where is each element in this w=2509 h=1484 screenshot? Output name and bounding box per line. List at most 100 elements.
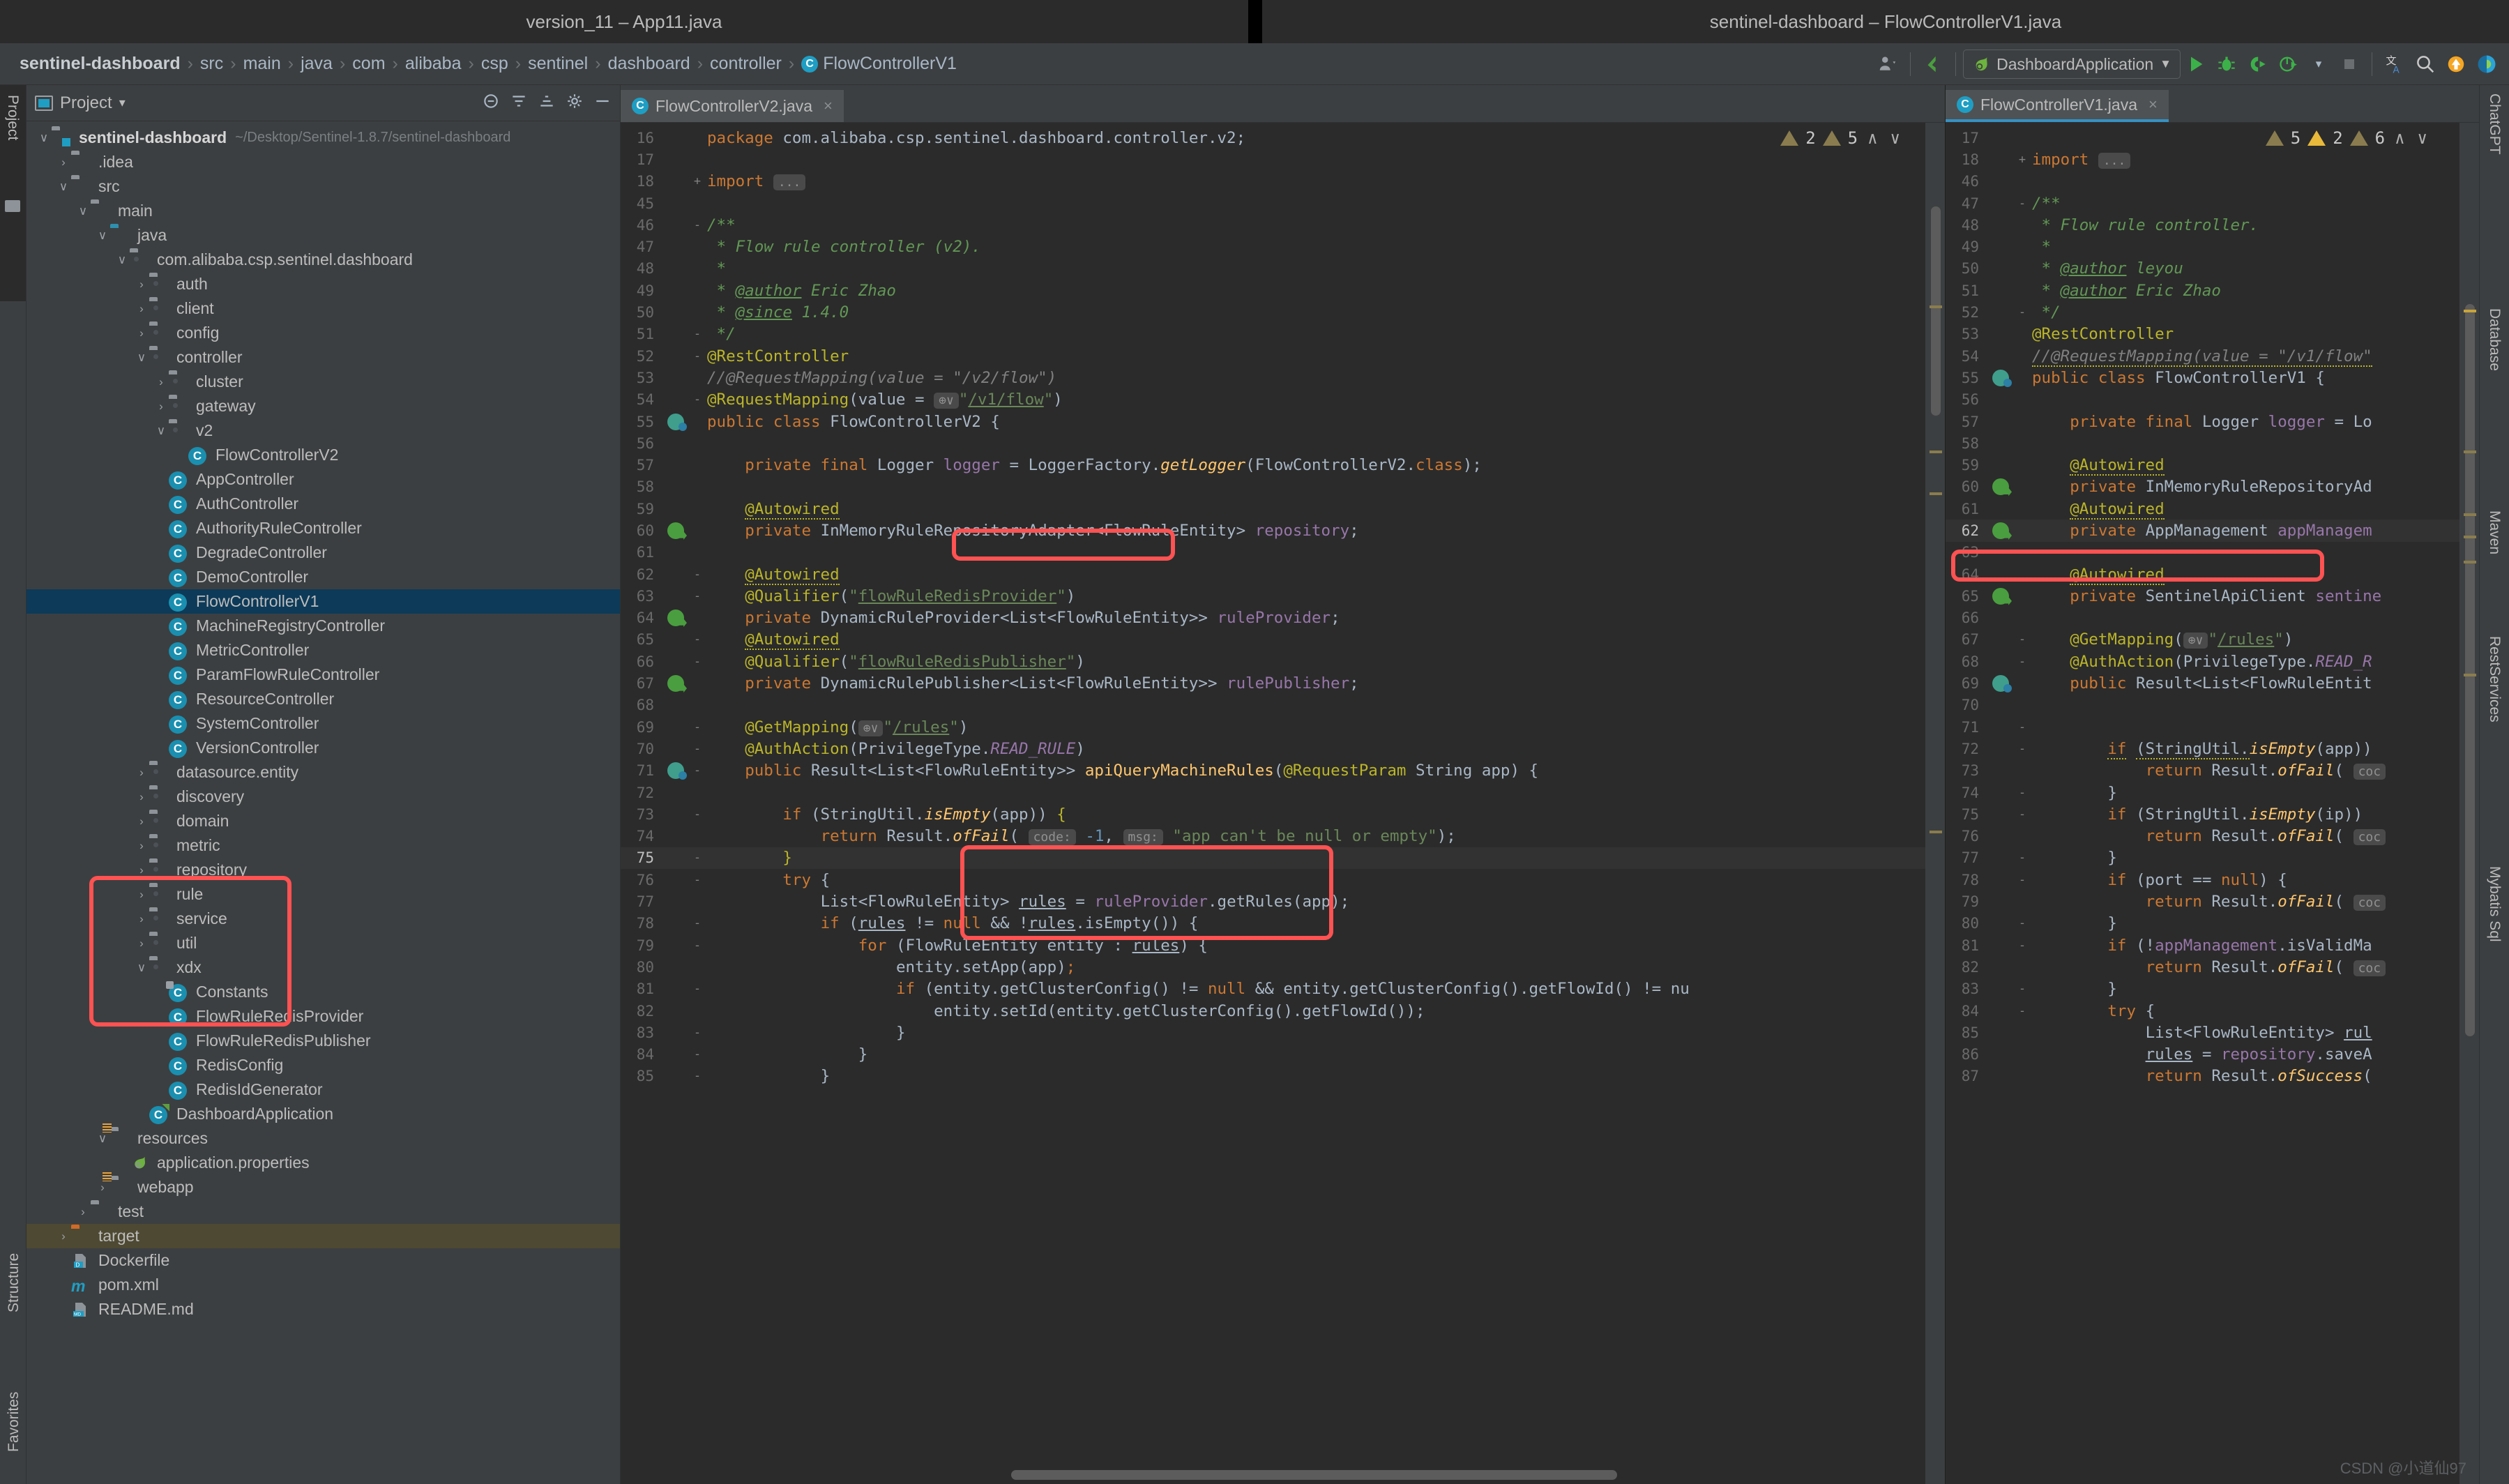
spring-bean-gutter-icon[interactable] [1992,369,2012,387]
breadcrumb-item-com[interactable]: com [348,54,389,74]
tree-item-machineregistrycontroller[interactable]: C MachineRegistryController [26,614,620,638]
fold-marker-icon[interactable]: - [688,1026,707,1040]
tree-item-flowruleredispublisher[interactable]: C FlowRuleRedisPublisher [26,1029,620,1053]
tree-item-repository[interactable]: › repository [26,858,620,882]
run-configuration-selector[interactable]: DashboardApplication ▼ [1963,50,2181,79]
tree-item-degradecontroller[interactable]: C DegradeController [26,540,620,565]
profiler-icon[interactable] [2273,48,2303,80]
expand-all-icon[interactable] [510,92,528,114]
previous-problem-icon[interactable]: ∧ [2392,128,2407,148]
tree-item-sentinel-dashboard[interactable]: ∨ sentinel-dashboard ~/Desktop/Sentinel-1.… [26,126,620,150]
disclosure-triangle-icon[interactable]: › [134,937,149,951]
scrollbar-thumb[interactable] [2465,304,2475,1036]
fold-marker-icon[interactable]: - [2012,742,2032,756]
hide-panel-icon[interactable] [593,92,612,114]
gear-icon[interactable] [566,92,584,114]
user-icon[interactable] [1872,48,1903,80]
fold-marker-icon[interactable]: - [2012,916,2032,930]
tree-item-constants[interactable]: C Constants [26,980,620,1004]
fold-marker-icon[interactable]: - [2012,873,2032,887]
fold-marker-icon[interactable]: - [2012,305,2032,319]
fold-marker-icon[interactable]: - [2012,808,2032,821]
disclosure-triangle-icon[interactable]: ∨ [153,424,169,438]
fold-marker-icon[interactable]: - [688,939,707,953]
disclosure-triangle-icon[interactable]: › [134,815,149,828]
tree-item-domain[interactable]: › domain [26,809,620,833]
fold-marker-icon[interactable]: - [2012,786,2032,800]
fold-marker-icon[interactable]: - [688,982,707,996]
code-area-main[interactable]: 2 5 ∧ ∨ 16 package com.alibaba.csp.sentin… [621,123,1945,1484]
tree-item-metric[interactable]: › metric [26,833,620,858]
breadcrumb-item-controller[interactable]: controller [706,54,786,74]
tree-item-flowcontrollerv2[interactable]: C FlowControllerV2 [26,443,620,467]
disclosure-triangle-icon[interactable]: › [134,326,149,340]
disclosure-triangle-icon[interactable]: › [75,1205,91,1219]
tree-item-resourcecontroller[interactable]: C ResourceController [26,687,620,711]
close-icon[interactable]: × [824,97,833,115]
breadcrumb-item-java[interactable]: java [296,54,337,74]
fold-marker-icon[interactable]: - [688,1069,707,1083]
fold-marker-icon[interactable]: - [2012,939,2032,953]
breadcrumb-item-project[interactable]: sentinel-dashboard [15,54,185,74]
tree-item-versioncontroller[interactable]: C VersionController [26,736,620,760]
tree-item--idea[interactable]: › .idea [26,150,620,174]
fold-marker-icon[interactable]: + [2012,153,2032,167]
tree-item-authcontroller[interactable]: C AuthController [26,492,620,516]
close-icon[interactable]: × [2148,96,2158,114]
chevron-down-icon[interactable]: ▼ [2160,57,2171,71]
fold-marker-icon[interactable]: + [688,174,707,188]
disclosure-triangle-icon[interactable]: ∨ [134,351,149,365]
fold-marker-icon[interactable]: - [688,589,707,603]
collapse-icon[interactable] [482,92,500,114]
tree-item-discovery[interactable]: › discovery [26,785,620,809]
autowired-gutter-icon[interactable] [667,675,684,692]
fold-marker-icon[interactable]: - [688,349,707,363]
chevron-down-icon[interactable]: ▾ [2303,48,2334,80]
fold-marker-icon[interactable]: - [2012,655,2032,669]
update-icon[interactable] [2441,48,2471,80]
sidebar-item-project[interactable]: Project [4,95,21,140]
fold-marker-icon[interactable]: - [2012,1004,2032,1018]
breadcrumb-item-class[interactable]: C FlowControllerV1 [797,54,961,74]
fold-marker-icon[interactable]: - [688,720,707,734]
tab-flowcontrollerv2[interactable]: C FlowControllerV2.java × [621,90,844,122]
fold-marker-icon[interactable]: - [2012,197,2032,211]
disclosure-triangle-icon[interactable]: ∨ [56,180,71,194]
tree-item-test[interactable]: › test [26,1199,620,1224]
fold-marker-icon[interactable]: - [2012,982,2032,996]
tree-item-application-properties[interactable]: application.properties [26,1151,620,1175]
fold-marker-icon[interactable]: - [688,1047,707,1061]
tree-item-v2[interactable]: ∨ v2 [26,418,620,443]
tree-item-config[interactable]: › config [26,321,620,345]
fold-marker-icon[interactable]: - [2012,633,2032,646]
disclosure-triangle-icon[interactable]: › [134,888,149,902]
stop-icon[interactable] [2334,48,2365,80]
disclosure-triangle-icon[interactable]: › [95,1181,110,1195]
sidebar-item-structure[interactable]: Structure [6,1253,22,1312]
tree-item-main[interactable]: ∨ main [26,199,620,223]
tree-item-target[interactable]: › target [26,1224,620,1248]
run-with-coverage-icon[interactable] [2242,48,2273,80]
disclosure-triangle-icon[interactable]: ∨ [134,961,149,975]
breadcrumb-item-main[interactable]: main [239,54,285,74]
tree-item-redisconfig[interactable]: C RedisConfig [26,1053,620,1077]
disclosure-triangle-icon[interactable]: › [134,863,149,877]
tree-item-readme-md[interactable]: MD README.md [26,1297,620,1322]
fold-marker-icon[interactable]: - [688,327,707,341]
tree-item-auth[interactable]: › auth [26,272,620,296]
tree-item-redisidgenerator[interactable]: C RedisIdGenerator [26,1077,620,1102]
fold-marker-icon[interactable]: - [2012,720,2032,734]
disclosure-triangle-icon[interactable]: › [134,302,149,316]
tree-item-authorityrulecontroller[interactable]: C AuthorityRuleController [26,516,620,540]
previous-problem-icon[interactable]: ∧ [1865,128,1880,148]
fold-marker-icon[interactable]: - [688,916,707,930]
autowired-gutter-icon[interactable] [1992,522,2009,539]
back-arrow-icon[interactable] [1918,48,1948,80]
tree-item-dashboardapplication[interactable]: C DashboardApplication [26,1102,620,1126]
tree-item-xdx[interactable]: ∨ xdx [26,955,620,980]
next-problem-icon[interactable]: ∨ [2415,128,2430,148]
tree-item-service[interactable]: › service [26,907,620,931]
tree-item-gateway[interactable]: › gateway [26,394,620,418]
inspection-widget-main[interactable]: 2 5 ∧ ∨ [1780,128,1903,148]
tree-item-appcontroller[interactable]: C AppController [26,467,620,492]
